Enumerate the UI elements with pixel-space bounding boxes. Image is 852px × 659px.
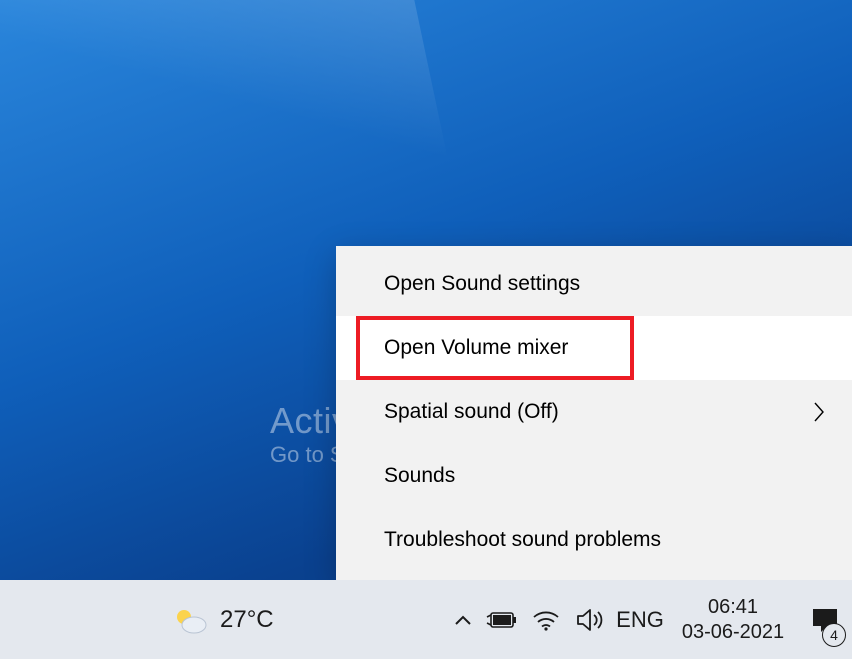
wifi-tray-icon[interactable] [524, 580, 568, 659]
wifi-icon [531, 608, 561, 632]
menu-troubleshoot-sound[interactable]: Troubleshoot sound problems [336, 508, 852, 572]
notification-count-badge: 4 [822, 623, 846, 647]
language-label: ENG [616, 607, 664, 633]
clock-date: 03-06-2021 [682, 620, 784, 645]
menu-open-volume-mixer[interactable]: Open Volume mixer [336, 316, 852, 380]
taskbar: 27°C [0, 580, 852, 659]
volume-context-menu: Open Sound settings Open Volume mixer Sp… [336, 246, 852, 580]
desktop-background: Activate Windows Go to Settings to activ… [0, 0, 852, 659]
menu-item-label: Spatial sound (Off) [384, 400, 559, 424]
chevron-right-icon [812, 400, 826, 424]
weather-widget[interactable]: 27°C [172, 580, 274, 659]
menu-item-label: Troubleshoot sound problems [384, 528, 661, 552]
menu-item-label: Open Sound settings [384, 272, 580, 296]
language-indicator[interactable]: ENG [612, 580, 668, 659]
menu-sounds[interactable]: Sounds [336, 444, 852, 508]
menu-item-label: Sounds [384, 464, 455, 488]
chevron-up-icon [454, 614, 472, 626]
weather-icon [172, 605, 208, 635]
action-center-button[interactable]: 4 [798, 580, 852, 659]
menu-spatial-sound[interactable]: Spatial sound (Off) [336, 380, 852, 444]
clock-tray[interactable]: 06:41 03-06-2021 [668, 580, 798, 659]
weather-temperature: 27°C [220, 606, 274, 634]
volume-tray-icon[interactable] [568, 580, 612, 659]
speaker-icon [575, 607, 605, 633]
battery-tray-icon[interactable] [480, 580, 524, 659]
battery-charging-icon [485, 609, 519, 631]
menu-item-label: Open Volume mixer [384, 336, 568, 360]
menu-open-sound-settings[interactable]: Open Sound settings [336, 252, 852, 316]
tray-overflow-button[interactable] [446, 580, 480, 659]
clock-time: 06:41 [708, 595, 758, 620]
